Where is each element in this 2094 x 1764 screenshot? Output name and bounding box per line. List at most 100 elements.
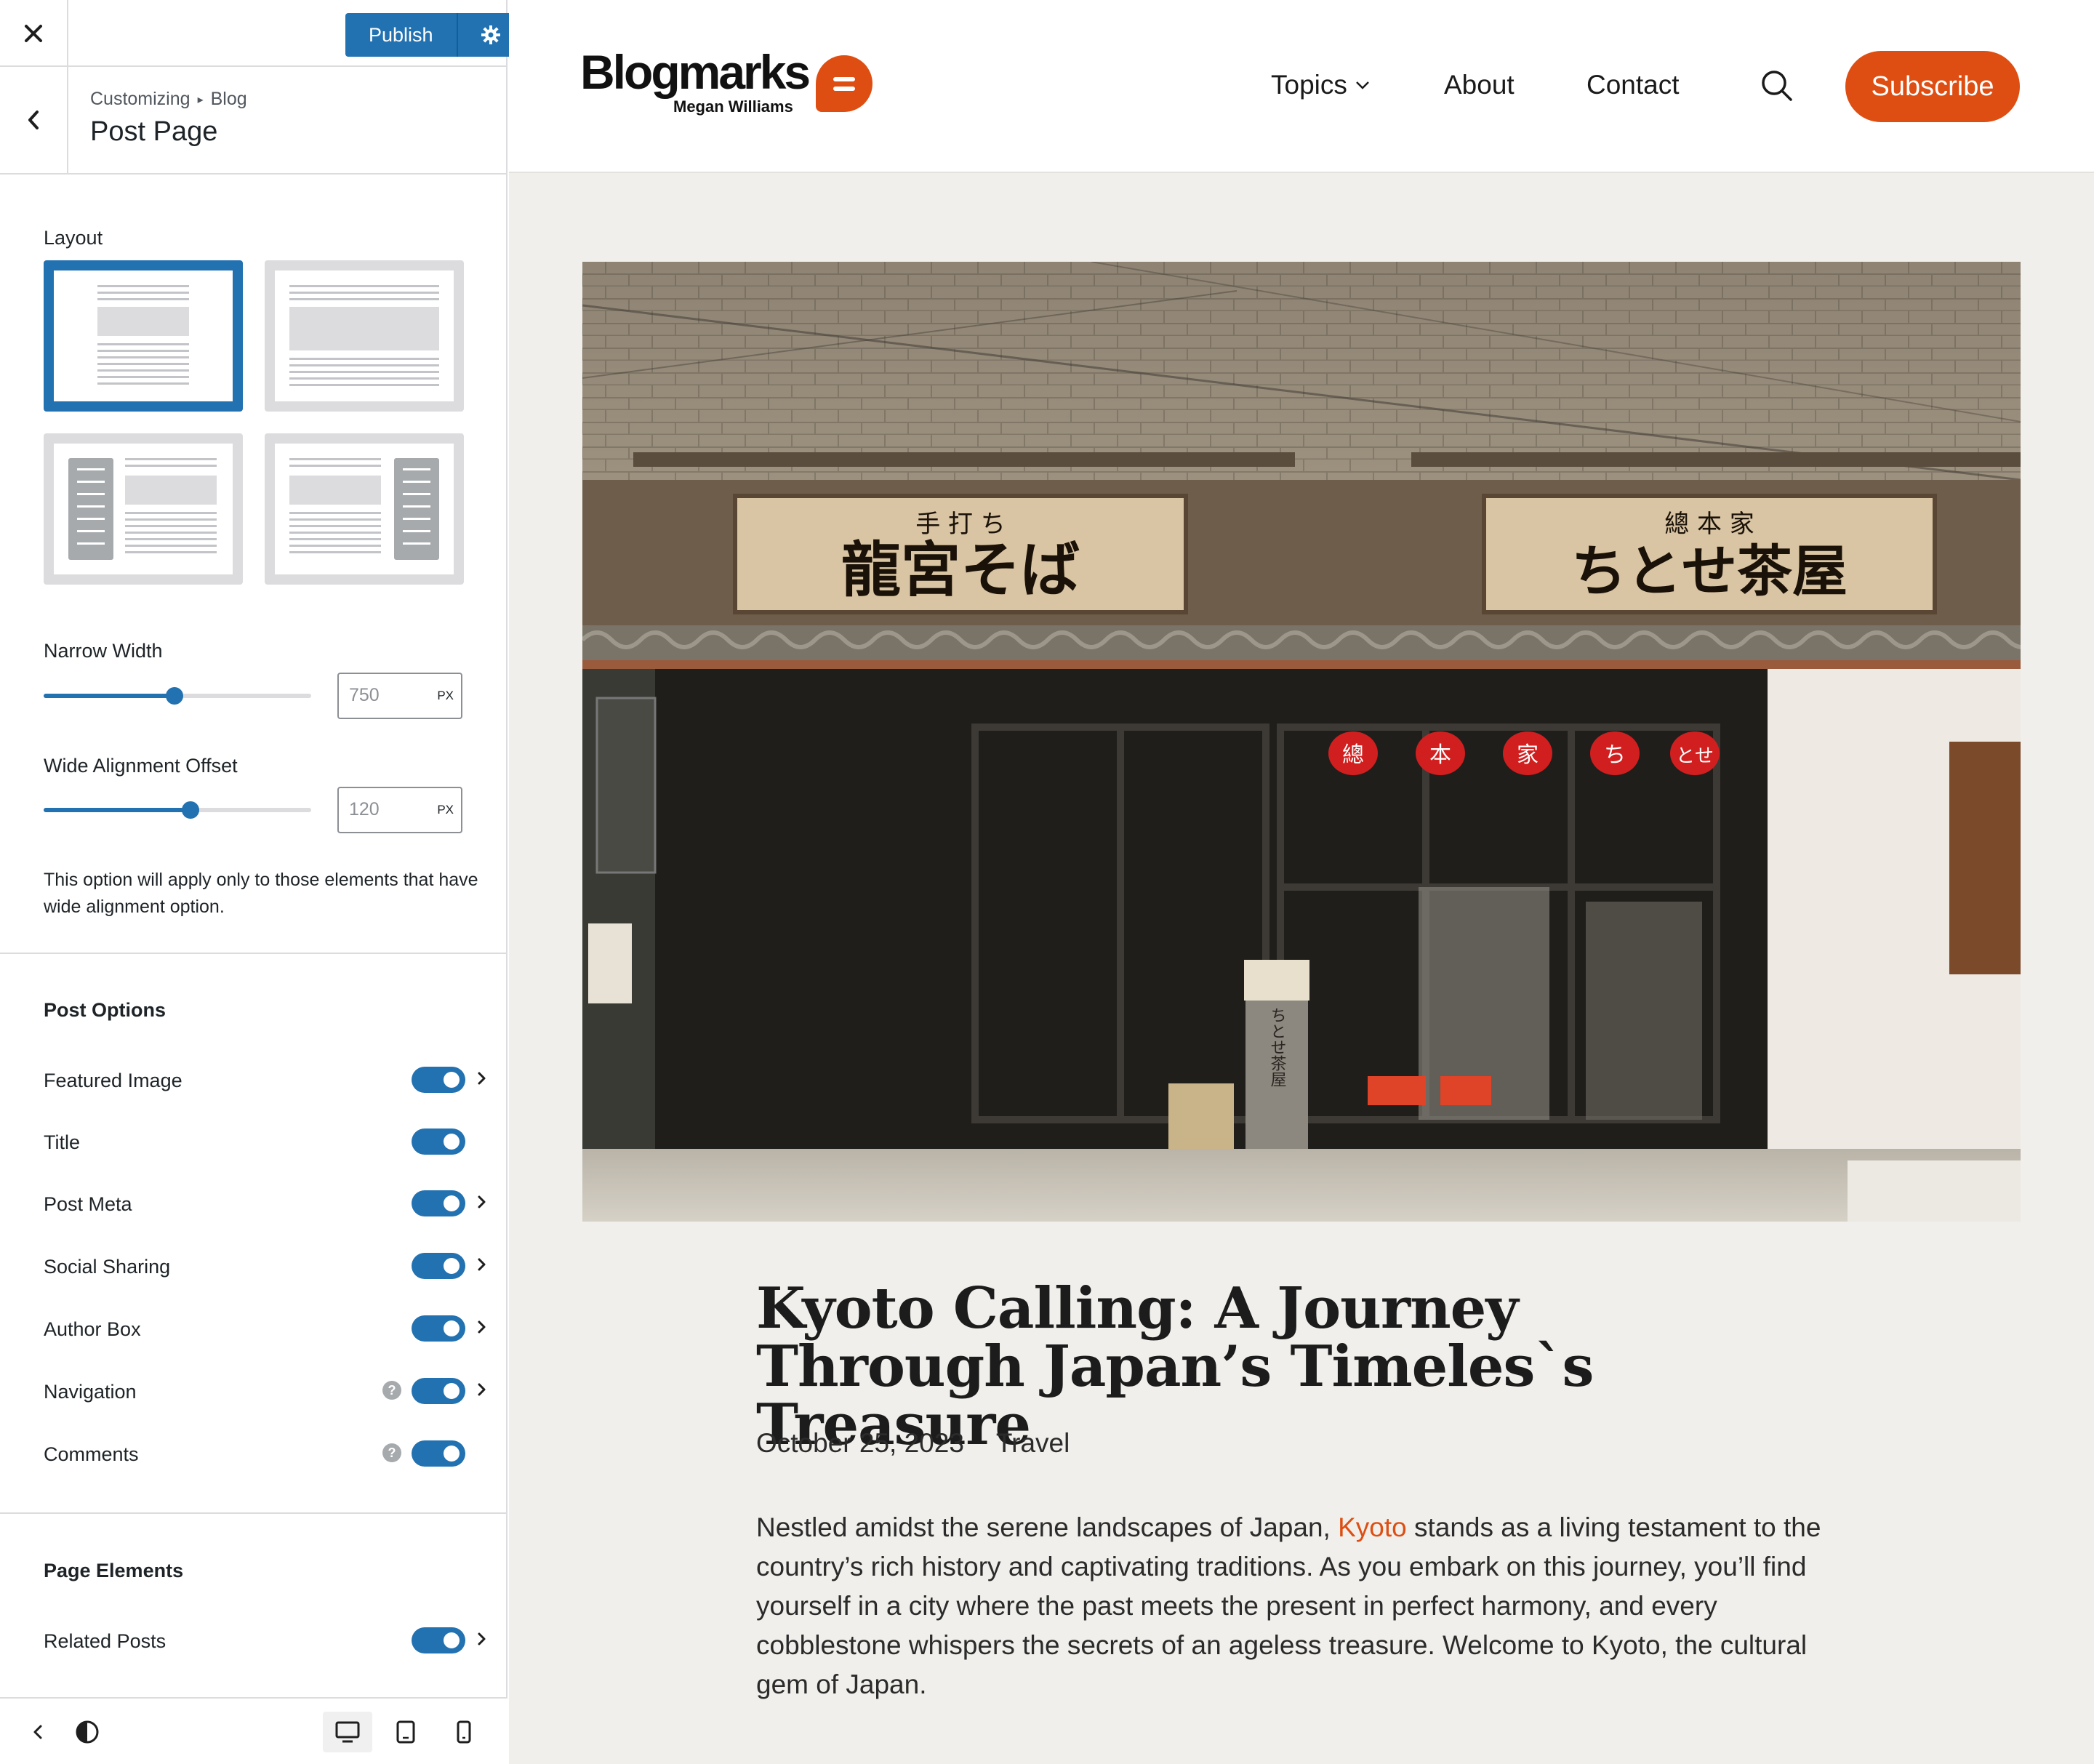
related-posts-toggle[interactable] <box>412 1627 465 1653</box>
wide-offset-label: Wide Alignment Offset <box>44 755 238 777</box>
help-icon[interactable]: ? <box>382 1381 401 1400</box>
preview-desktop-button[interactable] <box>323 1712 372 1752</box>
navigation-toggle[interactable] <box>412 1378 465 1404</box>
breadcrumb-item: Blog <box>210 89 247 109</box>
logo-mark-icon[interactable] <box>816 55 872 112</box>
storefront-illustration: 手 打 ち 龍宮そば 總 本 家 ちとせ茶屋 總 本 家 ち とせ ちとせ茶屋 <box>582 262 2021 1222</box>
nav-contact[interactable]: Contact <box>1586 70 1680 100</box>
author-box-toggle[interactable] <box>412 1315 465 1342</box>
option-row-featured-image: Featured Image <box>44 1065 494 1094</box>
chevron-left-icon <box>28 111 39 129</box>
option-row-title: Title <box>44 1127 494 1156</box>
help-icon[interactable]: ? <box>382 1443 401 1462</box>
sign-small-left: 手 打 ち <box>915 510 1006 539</box>
collapse-sidebar-button[interactable] <box>13 1712 63 1752</box>
option-row-related-posts: Related Posts <box>44 1626 494 1655</box>
post-meta: October 25, 2023 Travel <box>756 1428 1070 1459</box>
option-label: Comments <box>44 1443 139 1465</box>
panel-header: Customizing ▸ Blog Post Page <box>0 67 506 175</box>
layout-option-narrow[interactable] <box>44 260 243 412</box>
divider <box>0 1512 508 1514</box>
tablet-icon <box>396 1720 415 1744</box>
chevron-right-icon[interactable] <box>476 1317 489 1337</box>
option-row-author-box: Author Box <box>44 1314 494 1343</box>
layout-option-right-sidebar[interactable] <box>265 433 464 585</box>
page-elements-heading: Page Elements <box>44 1560 184 1581</box>
chevron-right-icon[interactable] <box>476 1254 489 1275</box>
chevron-right-icon[interactable] <box>476 1068 489 1089</box>
wide-offset-input[interactable] <box>339 788 419 830</box>
narrow-width-slider[interactable] <box>44 687 311 705</box>
post-excerpt: Nestled amidst the serene landscapes of … <box>756 1508 1832 1704</box>
close-customizer-button[interactable] <box>0 0 68 67</box>
chevron-right-icon[interactable] <box>476 1192 489 1212</box>
layout-option-wide[interactable] <box>265 260 464 412</box>
divider <box>0 953 508 954</box>
post-meta-toggle[interactable] <box>412 1190 465 1216</box>
customizer-top-bar: Publish <box>0 0 524 67</box>
featured-image: 手 打 ち 龍宮そば 總 本 家 ちとせ茶屋 總 本 家 ち とせ ちとせ茶屋 <box>582 262 2021 1222</box>
wide-offset-help: This option will apply only to those ele… <box>44 870 478 917</box>
back-button[interactable] <box>0 67 68 173</box>
post-category[interactable]: Travel <box>996 1428 1070 1459</box>
post-date[interactable]: October 25, 2023 <box>756 1428 964 1459</box>
publish-button[interactable]: Publish <box>345 13 457 57</box>
option-label: Author Box <box>44 1318 141 1340</box>
post-text: Nestled amidst the serene landscapes of … <box>756 1512 1339 1542</box>
slider-handle[interactable] <box>182 801 200 819</box>
option-row-social-sharing: Social Sharing <box>44 1251 494 1280</box>
chevron-right-icon[interactable] <box>476 1379 489 1400</box>
slider-handle[interactable] <box>166 687 184 705</box>
slider-fill <box>44 694 175 698</box>
preview-mobile-button[interactable] <box>439 1712 489 1752</box>
breadcrumb-separator-icon: ▸ <box>197 93 204 106</box>
chevron-down-icon <box>1356 81 1369 89</box>
option-label: Title <box>44 1131 81 1153</box>
layout-preview <box>275 270 454 401</box>
narrow-width-input[interactable] <box>339 674 419 716</box>
lantern-char: とせ <box>1676 745 1714 767</box>
slider-fill <box>44 808 191 812</box>
social-sharing-toggle[interactable] <box>412 1253 465 1279</box>
publish-button-group: Publish <box>345 13 524 57</box>
kyoto-link[interactable]: Kyoto <box>1338 1512 1407 1542</box>
post-options-heading: Post Options <box>44 999 166 1021</box>
sign-main-right: ちとせ茶屋 <box>1571 539 1848 604</box>
narrow-width-label: Narrow Width <box>44 640 163 662</box>
chevron-left-icon <box>33 1725 42 1739</box>
breadcrumb: Customizing ▸ Blog <box>90 89 247 110</box>
title-toggle[interactable] <box>412 1128 465 1155</box>
option-label: Post Meta <box>44 1193 132 1215</box>
wide-offset-field[interactable]: PX <box>337 787 462 833</box>
layout-label: Layout <box>44 227 103 249</box>
lantern-char: 本 <box>1429 742 1451 768</box>
nav-about[interactable]: About <box>1444 70 1515 100</box>
search-icon[interactable] <box>1760 68 1794 103</box>
preview-tablet-button[interactable] <box>381 1712 430 1752</box>
subscribe-button[interactable]: Subscribe <box>1845 51 2020 122</box>
option-row-comments: Comments ? <box>44 1439 494 1468</box>
site-preview: Blogmarks Megan Williams Topics About Co… <box>509 0 2094 1764</box>
panel-title: Post Page <box>90 116 218 147</box>
site-header: Blogmarks Megan Williams Topics About Co… <box>509 0 2094 173</box>
site-logo-subtitle: Megan Williams <box>673 97 793 116</box>
gear-icon <box>481 25 500 44</box>
option-row-navigation: Navigation ? <box>44 1376 494 1406</box>
wide-offset-slider[interactable] <box>44 801 311 819</box>
mobile-icon <box>457 1720 471 1744</box>
narrow-width-field[interactable]: PX <box>337 673 462 719</box>
layout-option-left-sidebar[interactable] <box>44 433 243 585</box>
site-logo[interactable]: Blogmarks <box>580 48 811 96</box>
customizer-sidebar: Publish Customizing ▸ Blog Post Page Lay… <box>0 0 524 1764</box>
option-label: Featured Image <box>44 1070 182 1091</box>
pillar-text: ちとせ茶屋 <box>1268 1007 1287 1087</box>
featured-image-toggle[interactable] <box>412 1067 465 1093</box>
sign-main-left: 龍宮そば <box>841 536 1080 605</box>
nav-topics[interactable]: Topics <box>1271 70 1371 100</box>
chevron-right-icon[interactable] <box>476 1629 489 1649</box>
color-mode-button[interactable] <box>63 1712 112 1752</box>
option-row-post-meta: Post Meta <box>44 1189 494 1218</box>
close-icon <box>25 25 42 42</box>
unit-label: PX <box>437 803 454 817</box>
comments-toggle[interactable] <box>412 1440 465 1467</box>
